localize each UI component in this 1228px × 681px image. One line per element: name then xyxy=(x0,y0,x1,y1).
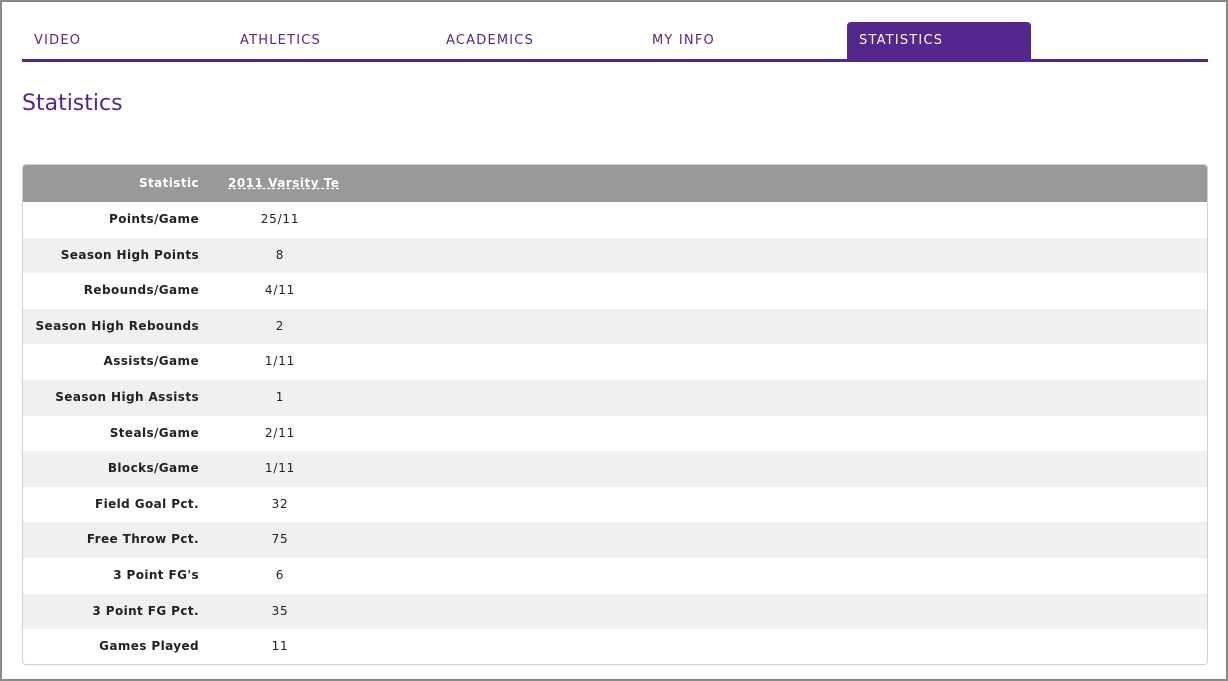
stat-label: 3 Point FG's xyxy=(113,567,199,582)
table-row: Season High Assists 1 xyxy=(23,379,1207,416)
stat-value: 2 xyxy=(275,318,285,333)
stat-value: 2/11 xyxy=(264,425,296,440)
season-column-header[interactable]: 2011 Varsity Te xyxy=(228,165,339,202)
stat-value: 1 xyxy=(275,389,285,404)
statistics-table: Statistic 2011 Varsity Te Points/Game 25/… xyxy=(22,164,1208,665)
stat-label: 3 Point FG Pct. xyxy=(92,603,199,618)
stat-label: Free Throw Pct. xyxy=(86,532,199,547)
tab-my-info[interactable]: MY INFO xyxy=(640,22,823,59)
stat-label: Season High Assists xyxy=(55,389,199,404)
stat-label: Blocks/Game xyxy=(107,461,199,476)
table-row: 3 Point FG Pct. 35 xyxy=(23,593,1207,630)
stat-label: Season High Points xyxy=(60,247,199,262)
stat-value: 8 xyxy=(275,247,285,262)
table-row: 3 Point FG's 6 xyxy=(23,557,1207,594)
table-row: Rebounds/Game 4/11 xyxy=(23,273,1207,309)
table-row: Season High Rebounds 2 xyxy=(23,308,1207,345)
table-row: Field Goal Pct. 32 xyxy=(23,486,1207,523)
statistic-column-header: Statistic xyxy=(138,176,199,190)
table-row: Steals/Game 2/11 xyxy=(23,415,1207,452)
page-frame: VIDEO ATHLETICS ACADEMICS MY INFO STATIS… xyxy=(0,0,1228,681)
stat-value: 25/11 xyxy=(260,212,300,226)
table-body: Points/Game 25/11 Season High Points 8 Rebou… xyxy=(23,202,1207,664)
stat-label: Field Goal Pct. xyxy=(94,496,199,511)
table-row: Season High Points 8 xyxy=(23,237,1207,274)
stat-value: 35 xyxy=(271,603,289,618)
stat-value: 1/11 xyxy=(264,354,296,369)
stat-label: Steals/Game xyxy=(109,425,199,440)
stat-label: Assists/Game xyxy=(103,354,199,369)
stat-label: Games Played xyxy=(99,639,199,654)
stat-value: 4/11 xyxy=(264,283,296,298)
tab-athletics[interactable]: ATHLETICS xyxy=(228,22,411,59)
page-title: Statistics xyxy=(22,91,123,116)
tab-academics[interactable]: ACADEMICS xyxy=(434,22,617,59)
stat-label: Season High Rebounds xyxy=(35,318,199,333)
stat-value: 11 xyxy=(271,639,289,654)
stat-label: Rebounds/Game xyxy=(83,283,199,298)
stat-value: 1/11 xyxy=(264,461,296,476)
table-row: Free Throw Pct. 75 xyxy=(23,522,1207,558)
tab-video[interactable]: VIDEO xyxy=(22,22,205,59)
tab-bar: VIDEO ATHLETICS ACADEMICS MY INFO STATIS… xyxy=(22,22,1208,62)
stat-value: 6 xyxy=(275,567,285,582)
stat-value: 75 xyxy=(271,532,289,547)
tab-statistics[interactable]: STATISTICS xyxy=(847,22,1031,59)
table-row: Games Played 11 xyxy=(23,629,1207,664)
table-header: Statistic 2011 Varsity Te xyxy=(23,165,1207,202)
table-row: Assists/Game 1/11 xyxy=(23,344,1207,380)
stat-value: 32 xyxy=(271,496,289,511)
table-row: Blocks/Game 1/11 xyxy=(23,451,1207,487)
table-row: Points/Game 25/11 xyxy=(23,202,1207,238)
stat-label: Points/Game xyxy=(109,212,199,226)
